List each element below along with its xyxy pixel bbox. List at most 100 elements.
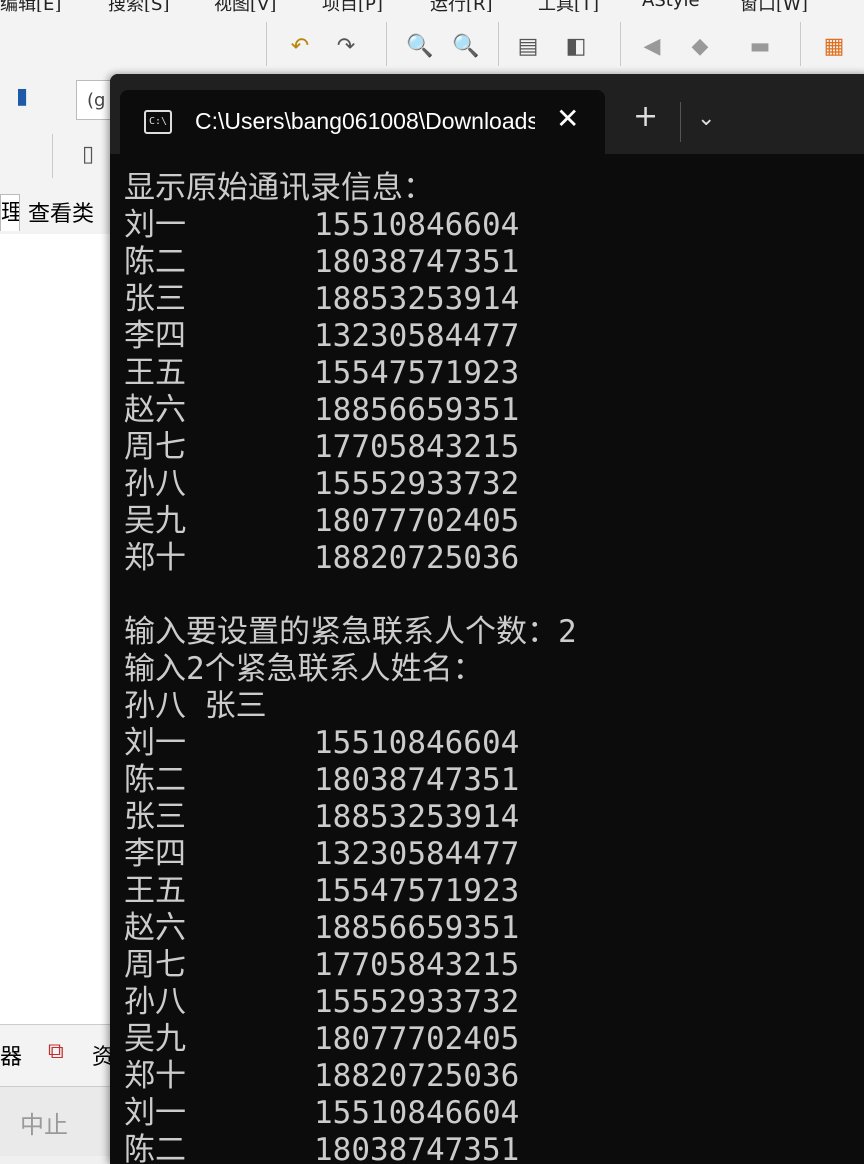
bookmark-next-icon[interactable]: ◆ — [684, 30, 716, 62]
split-view-icon[interactable]: ▤ — [512, 30, 544, 62]
tab-compiler[interactable]: 器 — [0, 1039, 22, 1071]
output-line: 赵六 18856659351 — [124, 392, 864, 429]
tertiary-toolbar: ▯ — [0, 128, 120, 187]
contact-phone: 15510846604 — [314, 725, 520, 761]
output-text: 输入要设置的紧急联系人个数：2 — [124, 614, 577, 650]
output-line: 孙八 15552933732 — [124, 984, 864, 1021]
output-line: 孙八 15552933732 — [124, 466, 864, 503]
contact-phone: 17705843215 — [314, 429, 520, 465]
window-icon[interactable]: ▯ — [72, 138, 104, 170]
project-icon[interactable]: ▮ — [6, 80, 38, 112]
contact-phone: 18038747351 — [314, 762, 520, 798]
contact-phone: 15510846604 — [314, 1095, 520, 1131]
output-line: 陈二 18038747351 — [124, 762, 864, 799]
toolbar-separator — [386, 22, 387, 66]
contact-name: 周七 — [124, 429, 186, 465]
output-line: 吴九 18077702405 — [124, 1021, 864, 1058]
contact-phone: 18077702405 — [314, 1021, 520, 1057]
terminal-titlebar: C:\ C:\Users\bang061008\Downloads ✕ + ⌄ — [110, 74, 864, 154]
project-tree-panel — [0, 234, 120, 1024]
contact-name: 陈二 — [124, 762, 186, 798]
output-line: 刘一 15510846604 — [124, 725, 864, 762]
bookmark-toggle-icon[interactable]: ▬ — [744, 30, 776, 62]
toolbar-separator — [266, 22, 267, 66]
output-line: 陈二 18038747351 — [124, 1132, 864, 1164]
contact-name: 吴九 — [124, 503, 186, 539]
terminal-window: C:\ C:\Users\bang061008\Downloads ✕ + ⌄ … — [110, 74, 864, 1164]
output-text: 输入2个紧急联系人姓名： — [124, 651, 484, 687]
contact-name: 孙八 — [124, 466, 186, 502]
output-line: 赵六 18856659351 — [124, 910, 864, 947]
zoom-out-icon[interactable]: 🔍 — [450, 30, 482, 62]
output-line: 李四 13230584477 — [124, 318, 864, 355]
undo-icon[interactable]: ↶ — [284, 30, 316, 62]
contact-name: 王五 — [124, 355, 186, 391]
output-line: 王五 15547571923 — [124, 355, 864, 392]
contact-phone: 15552933732 — [314, 466, 520, 502]
toolbar-separator — [52, 134, 53, 178]
dropdown-chevron-icon[interactable]: ⌄ — [697, 106, 715, 131]
menu-astyle[interactable]: AStyle — [642, 0, 700, 11]
contact-phone: 18853253914 — [314, 799, 520, 835]
contact-name: 刘一 — [124, 1095, 186, 1131]
close-tab-icon[interactable]: ✕ — [556, 102, 579, 135]
contact-name: 张三 — [124, 799, 186, 835]
output-line: 孙八 张三 — [124, 688, 864, 725]
output-line: 张三 18853253914 — [124, 799, 864, 836]
bookmark-prev-icon[interactable]: ◀ — [636, 30, 668, 62]
new-tab-icon[interactable]: + — [633, 102, 658, 132]
contact-phone: 18038747351 — [314, 1132, 520, 1164]
contact-phone: 18853253914 — [314, 281, 520, 317]
contact-phone: 15547571923 — [314, 355, 520, 391]
contact-phone: 18077702405 — [314, 503, 520, 539]
contact-name: 张三 — [124, 281, 186, 317]
titlebar-divider — [680, 102, 681, 142]
contact-phone: 13230584477 — [314, 836, 520, 872]
abort-button[interactable]: 中止 — [20, 1105, 68, 1140]
terminal-output[interactable]: 显示原始通讯录信息： 刘一 15510846604 陈二 18038747351 张三 18… — [124, 170, 864, 1164]
console-icon: C:\ — [144, 110, 172, 134]
output-line: 张三 18853253914 — [124, 281, 864, 318]
contact-name: 吴九 — [124, 1021, 186, 1057]
contact-name: 郑十 — [124, 1058, 186, 1094]
left-panel-tabs: 理 查看类 — [0, 186, 120, 235]
output-line: 输入要设置的紧急联系人个数：2 — [124, 614, 864, 651]
contact-phone: 15552933732 — [314, 984, 520, 1020]
output-line: 刘一 15510846604 — [124, 207, 864, 244]
tab-project-manager[interactable]: 理 — [0, 194, 20, 231]
resources-icon: ⧉ — [48, 1039, 64, 1064]
contact-name: 刘一 — [124, 725, 186, 761]
grid-apps-icon[interactable]: ▦ — [818, 30, 850, 62]
menu-bar: 编辑[E] 搜索[S] 视图[V] 项目[P] 运行[R] 工具[T] ASty… — [0, 0, 864, 15]
output-line: 显示原始通讯录信息： — [124, 170, 864, 207]
side-panel-icon[interactable]: ◧ — [560, 30, 592, 62]
contact-name: 李四 — [124, 318, 186, 354]
output-line: 王五 15547571923 — [124, 873, 864, 910]
contact-name: 郑十 — [124, 540, 186, 576]
output-line: 周七 17705843215 — [124, 429, 864, 466]
contact-phone: 18856659351 — [314, 910, 520, 946]
contact-name: 赵六 — [124, 392, 186, 428]
zoom-in-icon[interactable]: 🔍 — [404, 30, 436, 62]
contact-name: 刘一 — [124, 207, 186, 243]
output-line: 吴九 18077702405 — [124, 503, 864, 540]
contact-phone: 15547571923 — [314, 873, 520, 909]
redo-icon[interactable]: ↷ — [330, 30, 362, 62]
contact-name: 周七 — [124, 947, 186, 983]
output-line: 陈二 18038747351 — [124, 244, 864, 281]
contact-name: 陈二 — [124, 244, 186, 280]
contact-name: 李四 — [124, 836, 186, 872]
contact-phone: 13230584477 — [314, 318, 520, 354]
output-text: 显示原始通讯录信息： — [124, 170, 434, 206]
terminal-tab[interactable]: C:\ C:\Users\bang061008\Downloads ✕ — [120, 90, 605, 154]
tab-title: C:\Users\bang061008\Downloads — [195, 108, 535, 134]
tab-class-browser[interactable]: 查看类 — [28, 196, 94, 228]
output-line: 郑十 18820725036 — [124, 540, 864, 577]
bottom-panel-tabs: 器 ⧉ 资 — [0, 1024, 120, 1087]
toolbar-separator — [800, 22, 801, 66]
contact-phone: 18038747351 — [314, 244, 520, 280]
toolbar-separator — [620, 22, 621, 66]
contact-name: 陈二 — [124, 1132, 186, 1164]
toolbar-separator — [498, 22, 499, 66]
